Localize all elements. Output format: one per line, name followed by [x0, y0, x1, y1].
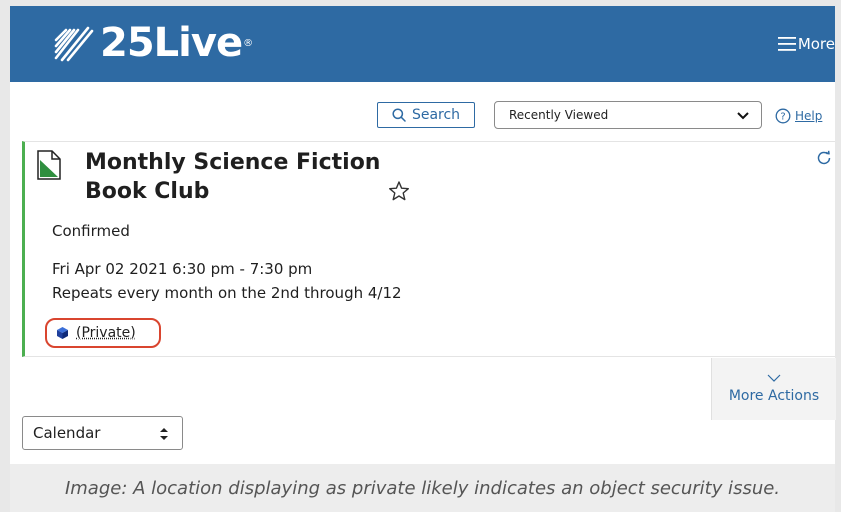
cube-icon: [57, 327, 68, 339]
search-button-label: Search: [411, 107, 461, 123]
recently-viewed-select[interactable]: Recently Viewed: [494, 101, 762, 129]
event-card: Monthly Science Fiction Book Club Confir…: [22, 141, 835, 357]
recently-viewed-value: Recently Viewed: [509, 108, 609, 122]
calendar-select-value: Calendar: [33, 424, 101, 442]
hamburger-icon: [777, 37, 796, 51]
logo-waves-icon: [54, 26, 94, 62]
logo-registered-mark: ®: [243, 37, 254, 49]
app-header: 25Live ® More: [10, 6, 835, 82]
search-icon: [392, 108, 406, 122]
private-location-link[interactable]: (Private): [45, 318, 161, 348]
event-status: Confirmed: [52, 222, 130, 240]
favorite-star-icon[interactable]: [388, 180, 410, 202]
help-label: Help: [795, 109, 823, 123]
select-arrows-icon: [160, 428, 168, 440]
app-logo[interactable]: 25Live ®: [52, 18, 253, 68]
calendar-view-select[interactable]: Calendar: [22, 416, 183, 450]
event-date-time: Fri Apr 02 2021 6:30 pm - 7:30 pm: [52, 260, 313, 278]
more-actions-label: More Actions: [728, 388, 820, 404]
more-menu-button[interactable]: More: [777, 35, 835, 53]
more-menu-label: More: [797, 35, 835, 53]
event-document-icon: [37, 150, 61, 180]
help-link[interactable]: ? Help: [775, 108, 822, 124]
chevron-down-icon: [767, 374, 781, 382]
search-button[interactable]: Search: [377, 102, 475, 128]
image-caption: Image: A location displaying as private …: [10, 464, 835, 512]
logo-text: 25Live: [100, 20, 243, 66]
event-title: Monthly Science Fiction Book Club: [85, 150, 381, 204]
svg-text:?: ?: [780, 112, 785, 123]
more-actions-button[interactable]: More Actions: [711, 358, 836, 420]
private-location-label: (Private): [76, 325, 136, 341]
refresh-icon[interactable]: [816, 150, 832, 166]
chevron-down-icon: [737, 112, 749, 120]
event-repeat-info: Repeats every month on the 2nd through 4…: [52, 284, 402, 302]
question-circle-icon: ?: [775, 108, 791, 124]
